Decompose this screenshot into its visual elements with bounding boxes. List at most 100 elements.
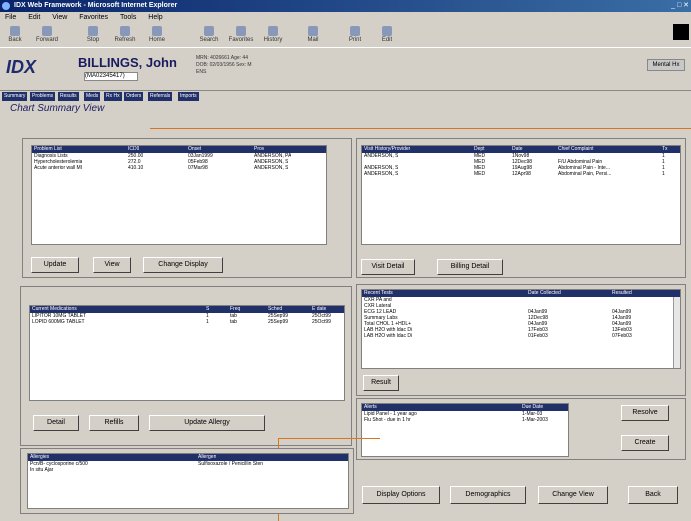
home-button[interactable]: Home	[144, 26, 170, 46]
allergies-header: Allergies Allergen	[28, 454, 348, 461]
history-button[interactable]: History	[260, 26, 286, 46]
back-arrow-icon	[10, 26, 20, 36]
idx-logo: IDX	[6, 57, 37, 77]
medications-panel: Current Medications S Freq Sched E date …	[20, 286, 352, 446]
visits-header: Visit History/Provider Dept Date Chief C…	[362, 146, 680, 153]
tab-problems[interactable]: Problems	[30, 92, 56, 101]
problems-panel: Problem List ICD9 Onset Prov Diagnosis L…	[22, 138, 352, 278]
tab-results[interactable]: Results	[58, 92, 79, 101]
favorites-icon	[236, 26, 246, 36]
edit-button[interactable]: Edit	[374, 26, 400, 46]
tab-rx-hx[interactable]: Rx Hx	[104, 92, 122, 101]
back-nav-button[interactable]: Back	[628, 486, 678, 504]
column-header[interactable]: Resulted	[612, 290, 632, 297]
update-allergy-button[interactable]: Update Allergy	[149, 415, 265, 431]
column-header[interactable]: S	[206, 306, 209, 313]
table-row[interactable]: ANDERSON, S MED 12Apr98 Abdominal Pain, Per…	[362, 171, 680, 177]
results-grid: Recent Tests Date Collected Resulted CXR…	[361, 289, 681, 369]
print-button[interactable]: Print	[342, 26, 368, 46]
column-header[interactable]: Chief Complaint	[558, 146, 594, 153]
stop-button[interactable]: Stop	[80, 26, 106, 46]
column-header[interactable]: Freq	[230, 306, 240, 313]
menu-bar: File Edit View Favorites Tools Help	[0, 12, 691, 24]
refresh-icon	[120, 26, 130, 36]
table-row[interactable]: Acute anterior wall MI 410.10 07Mar98 ANDER…	[32, 165, 326, 171]
result-button[interactable]: Result	[363, 375, 399, 391]
stop-icon	[88, 26, 98, 36]
browser-toolbar: Back Forward Stop Refresh Home Search Fa…	[0, 24, 691, 48]
display-options-button[interactable]: Display Options	[362, 486, 440, 504]
view-title: Chart Summary View	[10, 103, 105, 114]
favorites-button[interactable]: Favorites	[228, 26, 254, 46]
forward-arrow-icon	[42, 26, 52, 36]
column-header[interactable]: Date Collected	[528, 290, 561, 297]
alerts-grid: Alerts Due Date Lipid Panel - 1 year ago…	[361, 403, 569, 457]
billing-detail-button[interactable]: Billing Detail	[437, 259, 503, 275]
column-header[interactable]: Allergies	[30, 454, 49, 461]
column-header[interactable]: Onset	[188, 146, 201, 153]
menu-file[interactable]: File	[5, 14, 16, 21]
column-header[interactable]: Allergen	[198, 454, 216, 461]
patient-info-line: ENS	[196, 69, 207, 75]
column-header[interactable]: Problem List	[34, 146, 62, 153]
visits-grid: Visit History/Provider Dept Date Chief C…	[361, 145, 681, 245]
column-header[interactable]: Current Medications	[32, 306, 77, 313]
column-header[interactable]: Dept	[474, 146, 485, 153]
change-display-button[interactable]: Change Display	[143, 257, 223, 273]
results-header: Recent Tests Date Collected Resulted	[362, 290, 680, 297]
tab-referrals[interactable]: Referrals	[148, 92, 173, 101]
refills-button[interactable]: Refills	[89, 415, 139, 431]
forward-button[interactable]: Forward	[34, 26, 60, 46]
column-header[interactable]: Prov	[254, 146, 264, 153]
print-icon	[350, 26, 360, 36]
medications-grid: Current Medications S Freq Sched E date …	[29, 305, 345, 401]
menu-help[interactable]: Help	[148, 14, 162, 21]
column-header[interactable]: E date	[312, 306, 326, 313]
menu-tools[interactable]: Tools	[120, 14, 136, 21]
menu-view[interactable]: View	[52, 14, 67, 21]
change-view-button[interactable]: Change View	[538, 486, 608, 504]
table-row[interactable]: Flu Shot - due in 1 hr 1-Mar-2003	[362, 417, 568, 423]
demographics-button[interactable]: Demographics	[450, 486, 526, 504]
visit-detail-button[interactable]: Visit Detail	[361, 259, 415, 275]
update-button[interactable]: Update	[31, 257, 79, 273]
column-header[interactable]: Alerts	[364, 404, 377, 411]
column-header[interactable]: Recent Tests	[364, 290, 393, 297]
mail-icon	[308, 26, 318, 36]
menu-edit[interactable]: Edit	[28, 14, 40, 21]
tab-summary[interactable]: Summary	[2, 92, 28, 101]
patient-name: BILLINGS, John	[78, 55, 177, 70]
table-row[interactable]: In situ Ajar	[28, 467, 348, 473]
window-title-bar: IDX Web Framework - Microsoft Internet E…	[0, 0, 691, 12]
problems-header: Problem List ICD9 Onset Prov	[32, 146, 326, 153]
column-header[interactable]: ICD9	[128, 146, 139, 153]
mental-hx-button[interactable]: Mental Hx	[647, 59, 685, 71]
column-header[interactable]: Sched	[268, 306, 282, 313]
window-title: IDX Web Framework - Microsoft Internet E…	[14, 2, 178, 9]
column-header[interactable]: Due Date	[522, 404, 543, 411]
results-panel: Recent Tests Date Collected Resulted CXR…	[356, 284, 686, 396]
view-button[interactable]: View	[93, 257, 131, 273]
search-button[interactable]: Search	[196, 26, 222, 46]
module-tabs: Summary Problems Results Meds Rx Hx Orde…	[0, 92, 691, 102]
back-button[interactable]: Back	[2, 26, 28, 46]
resolve-button[interactable]: Resolve	[621, 405, 669, 421]
table-row[interactable]: LAB H2O with ldac Di 01Feb03 07Feb03	[362, 333, 680, 339]
column-header[interactable]: Date	[512, 146, 523, 153]
column-header[interactable]: Visit History/Provider	[364, 146, 410, 153]
column-header[interactable]: Tx	[662, 146, 668, 153]
allergies-grid: Allergies Allergen Pcn/B- cyclosporine c…	[27, 453, 349, 509]
tab-imports[interactable]: Imports	[178, 92, 199, 101]
menu-favorites[interactable]: Favorites	[79, 14, 108, 21]
detail-button[interactable]: Detail	[33, 415, 79, 431]
mail-button[interactable]: Mail	[300, 26, 326, 46]
tab-orders[interactable]: Orders	[124, 92, 144, 101]
window-controls[interactable]: _ □ ✕	[659, 1, 689, 11]
callout-line	[278, 438, 380, 439]
create-button[interactable]: Create	[621, 435, 669, 451]
results-scrollbar[interactable]	[673, 297, 680, 368]
visits-panel: Visit History/Provider Dept Date Chief C…	[356, 138, 686, 278]
tab-meds[interactable]: Meds	[84, 92, 101, 101]
table-row[interactable]: LOPID 600MG TABLET 1 tab 25Sep99 25Oct99	[30, 319, 344, 325]
refresh-button[interactable]: Refresh	[112, 26, 138, 46]
